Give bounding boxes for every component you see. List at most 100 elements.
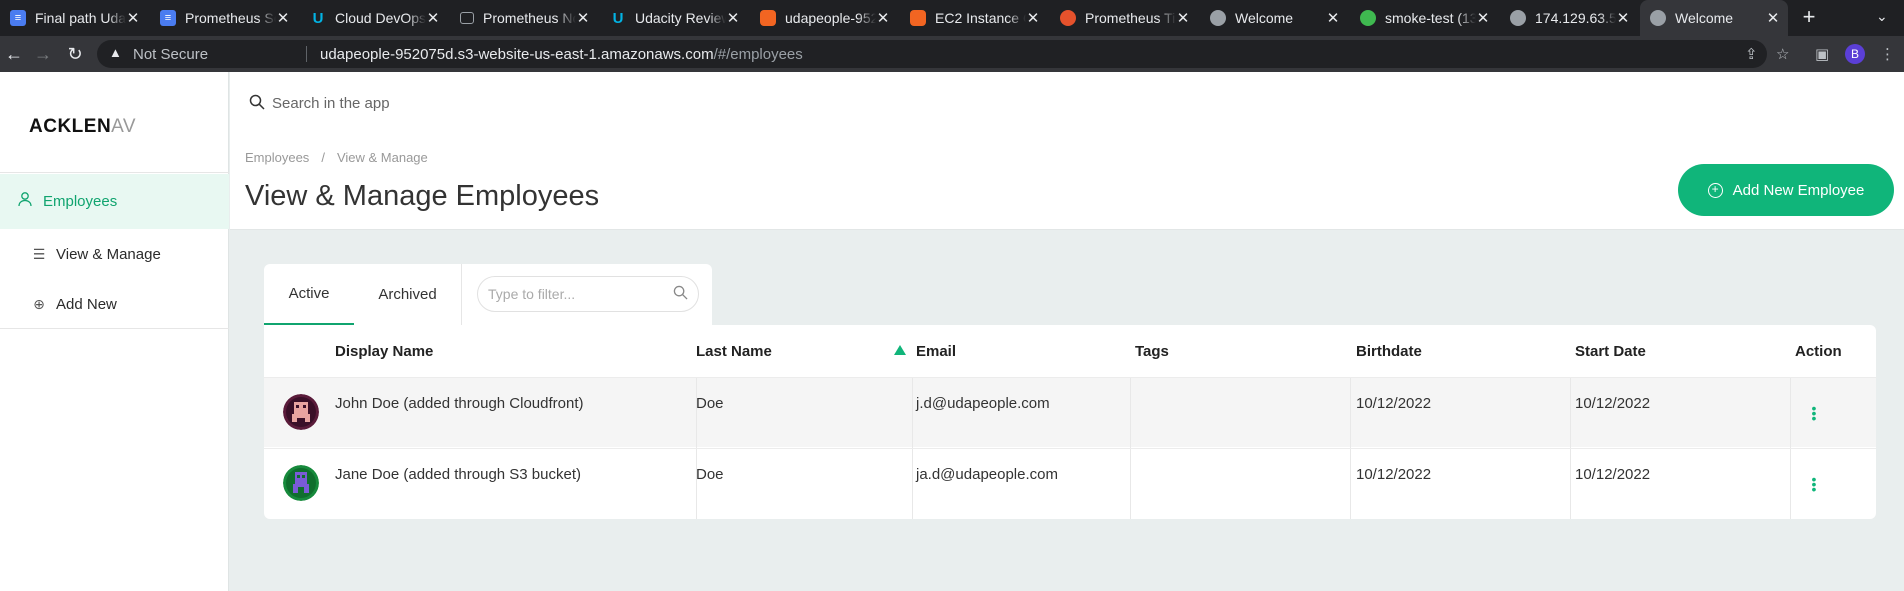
new-tab-button[interactable]: + (1797, 6, 1821, 30)
logo[interactable]: ACKLENAV (29, 116, 136, 138)
column-header-tags[interactable]: Tags (1135, 325, 1169, 378)
tab-label: Archived (378, 286, 437, 303)
cell-display-name: John Doe (added through Cloudfront) (335, 394, 584, 412)
sidebar-item-view-manage[interactable]: ☰ View & Manage (0, 234, 229, 274)
docs-icon: ≡ (10, 10, 26, 26)
column-header-display-name[interactable]: Display Name (335, 325, 433, 378)
column-header-action: Action (1795, 343, 1842, 360)
url-text[interactable]: udapeople-952075d.s3-website-us-east-1.a… (320, 46, 803, 63)
table-row[interactable]: Jane Doe (added through S3 bucket) Doe j… (264, 448, 1876, 519)
address-bar[interactable]: ▲ Not Secure udapeople-952075d.s3-websit… (97, 40, 1767, 68)
divider (1350, 378, 1351, 448)
sort-ascending-icon[interactable] (894, 345, 906, 355)
browser-tab[interactable]: ≡ Prometheus Setup ✕ (150, 0, 298, 36)
aws-icon (910, 10, 926, 26)
sidebar: ACKLENAV Employees ☰ View & Manage ⊕ Add… (0, 72, 229, 591)
forward-arrow-icon[interactable]: → (33, 44, 53, 64)
prometheus-icon (1060, 10, 1076, 26)
browser-tab[interactable]: udapeople-952075d ✕ (750, 0, 898, 36)
close-icon[interactable]: ✕ (576, 9, 590, 27)
browser-tab[interactable]: 174.129.63.59 ✕ (1500, 0, 1638, 36)
divider (461, 264, 462, 325)
sidebar-item-label: Employees (43, 193, 118, 210)
close-icon[interactable]: ✕ (1476, 9, 1490, 27)
chevron-down-icon[interactable]: ⌄ (1876, 8, 1888, 25)
browser-tab[interactable]: Welcome ✕ (1200, 0, 1348, 36)
add-employee-button[interactable]: + Add New Employee (1678, 164, 1894, 216)
browser-tab[interactable]: Prometheus Notes ✕ (450, 0, 598, 36)
row-actions-icon[interactable]: • • • (1811, 472, 1817, 496)
reload-icon[interactable]: ↻ (65, 44, 85, 64)
employees-table: Display Name Last Name Email Tags Birthd… (264, 325, 1876, 519)
close-icon[interactable]: ✕ (276, 9, 290, 27)
close-icon[interactable]: ✕ (1616, 9, 1630, 27)
tab-archived[interactable]: Archived (354, 264, 461, 325)
sidebar-item-add-new[interactable]: ⊕ Add New (0, 284, 229, 324)
cell-last-name: Doe (696, 465, 724, 483)
star-icon[interactable]: ☆ (1776, 45, 1789, 63)
tab-title: Prometheus Setup (185, 10, 276, 26)
tab-title: Prometheus Time (1085, 10, 1176, 26)
kebab-menu-icon[interactable]: ⋮ (1880, 45, 1895, 63)
browser-tab[interactable]: smoke-test (13) ✕ (1350, 0, 1498, 36)
browser-tab[interactable]: U Udacity Reviews ✕ (600, 0, 748, 36)
column-header-birthdate[interactable]: Birthdate (1356, 325, 1422, 378)
browser-tab-strip: ≡ Final path Udacity ✕ ≡ Prometheus Setu… (0, 0, 1904, 36)
close-icon[interactable]: ✕ (1766, 9, 1780, 27)
breadcrumb-separator: / (321, 150, 325, 165)
tab-title: Udacity Reviews (635, 10, 726, 26)
back-arrow-icon[interactable]: ← (4, 44, 24, 64)
divider (0, 172, 229, 173)
breadcrumb: Employees / View & Manage (245, 150, 428, 165)
close-icon[interactable]: ✕ (726, 9, 740, 27)
employee-tabs: Active Archived (264, 264, 712, 325)
security-label[interactable]: Not Secure (133, 46, 208, 63)
profile-avatar[interactable]: B (1845, 44, 1865, 64)
close-icon[interactable]: ✕ (126, 9, 140, 27)
url-host: udapeople-952075d.s3-website-us-east-1.a… (320, 46, 714, 63)
breadcrumb-item[interactable]: Employees (245, 150, 309, 165)
add-employee-label: Add New Employee (1732, 181, 1865, 199)
tab-active[interactable]: Active (264, 264, 354, 325)
tab-title: Welcome (1675, 10, 1734, 26)
sidepanel-icon[interactable]: ▣ (1815, 45, 1829, 63)
sidebar-item-employees[interactable]: Employees (0, 174, 229, 229)
aws-icon (760, 10, 776, 26)
filter-field[interactable] (477, 276, 699, 312)
share-icon[interactable]: ⇪ (1745, 45, 1758, 63)
avatar (283, 394, 319, 430)
avatar (283, 465, 319, 501)
tab-title: Prometheus Notes (483, 10, 576, 26)
browser-tab-active[interactable]: Welcome ✕ (1640, 0, 1788, 36)
browser-tab[interactable]: U Cloud DevOps ✕ (300, 0, 448, 36)
divider (912, 378, 913, 448)
close-icon[interactable]: ✕ (876, 9, 890, 27)
tab-title: udapeople-952075d (785, 10, 876, 26)
divider (0, 328, 229, 329)
browser-toolbar: ← → ↻ ▲ Not Secure udapeople-952075d.s3-… (0, 36, 1904, 72)
cell-email: j.d@udapeople.com (916, 394, 1050, 412)
divider (1130, 378, 1131, 448)
close-icon[interactable]: ✕ (426, 9, 440, 27)
cell-start-date: 10/12/2022 (1575, 465, 1651, 483)
globe-icon (1510, 10, 1526, 26)
cell-email: ja.d@udapeople.com (916, 465, 1058, 483)
app-search-input[interactable] (272, 86, 1752, 120)
cell-birthdate: 10/12/2022 (1356, 394, 1432, 412)
column-header-start-date[interactable]: Start Date (1575, 325, 1646, 378)
tab-title: Cloud DevOps (335, 10, 426, 26)
tab-title: smoke-test (13) (1385, 10, 1476, 26)
filter-input[interactable] (488, 283, 658, 305)
browser-tab[interactable]: Prometheus Time ✕ (1050, 0, 1198, 36)
close-icon[interactable]: ✕ (1026, 9, 1040, 27)
url-path: /#/employees (713, 46, 803, 63)
close-icon[interactable]: ✕ (1326, 9, 1340, 27)
table-row[interactable]: John Doe (added through Cloudfront) Doe … (264, 377, 1876, 448)
column-header-email[interactable]: Email (916, 325, 956, 378)
warning-icon[interactable]: ▲ (109, 45, 122, 60)
column-header-last-name[interactable]: Last Name (696, 325, 772, 378)
browser-tab[interactable]: ≡ Final path Udacity ✕ (0, 0, 148, 36)
close-icon[interactable]: ✕ (1176, 9, 1190, 27)
row-actions-icon[interactable]: • • • (1811, 401, 1817, 425)
browser-tab[interactable]: EC2 Instance Connect ✕ (900, 0, 1048, 36)
